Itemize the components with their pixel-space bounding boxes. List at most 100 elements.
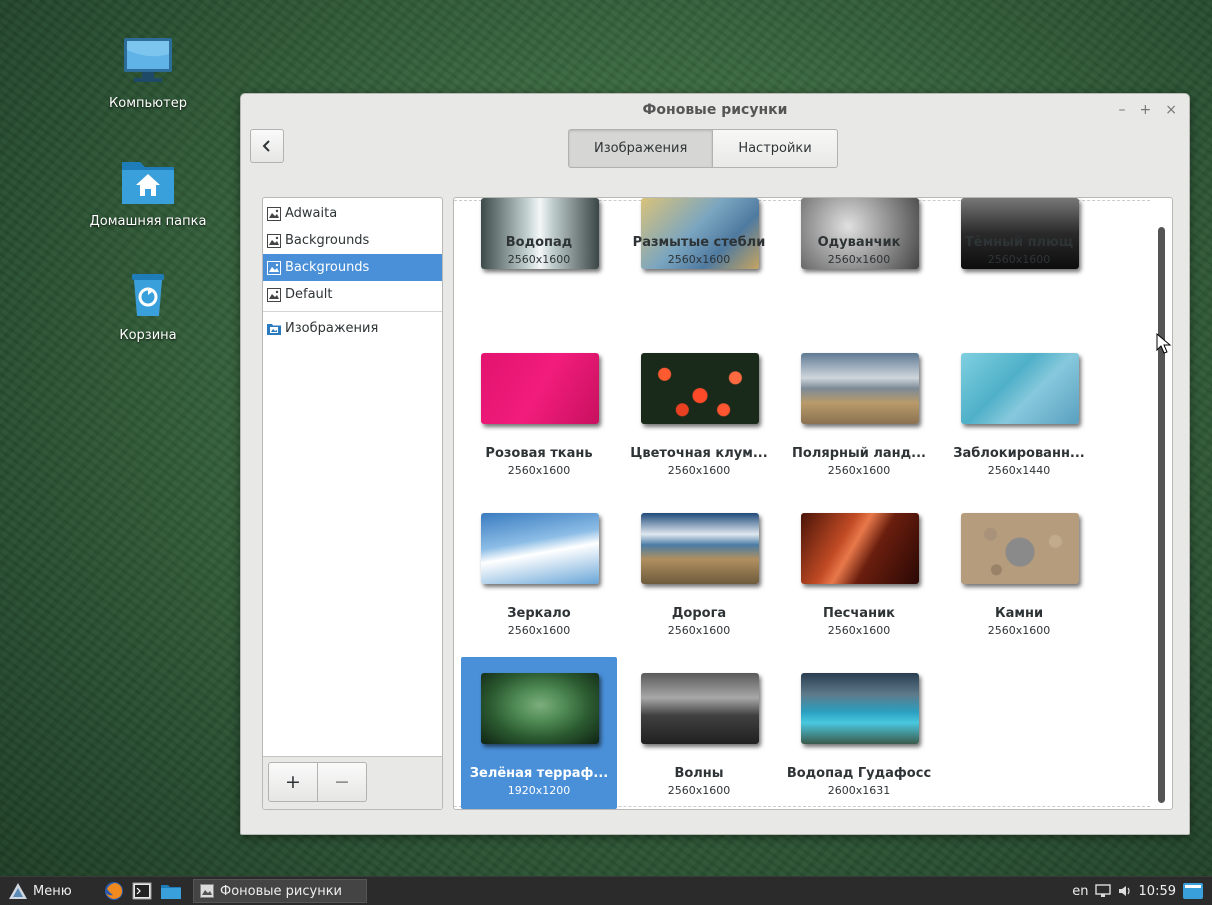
backgrounds-window: Фоновые рисунки – + × Изображения Настро… bbox=[240, 93, 1190, 835]
wallpaper-name: Водопад Гудафосс bbox=[786, 766, 932, 781]
wallpaper-name: Водопад bbox=[505, 235, 573, 250]
wallpaper-thumbnail bbox=[641, 513, 759, 584]
taskbar-window-label: Фоновые рисунки bbox=[220, 883, 342, 899]
wallpaper-thumbnail bbox=[801, 673, 919, 744]
wallpaper-thumbnail bbox=[641, 673, 759, 744]
wallpaper-resolution: 2560x1600 bbox=[667, 784, 731, 797]
wallpaper-name: Волны bbox=[674, 766, 724, 781]
image-icon bbox=[267, 287, 281, 302]
wallpaper-resolution: 2560x1600 bbox=[507, 624, 571, 637]
computer-icon bbox=[124, 38, 172, 82]
wallpaper-name: Зелёная терраф... bbox=[469, 766, 609, 781]
chevron-left-icon bbox=[262, 140, 270, 152]
image-icon bbox=[267, 233, 281, 248]
remove-folder-button[interactable]: − bbox=[318, 762, 367, 802]
wallpaper-item[interactable]: Тёмный плющ 2560x1600 bbox=[941, 198, 1097, 292]
wallpaper-item[interactable]: Песчаник 2560x1600 bbox=[781, 457, 937, 637]
wallpaper-item[interactable]: Одуванчик 2560x1600 bbox=[781, 198, 937, 292]
wallpaper-item[interactable]: Зеркало 2560x1600 bbox=[461, 457, 617, 637]
wallpaper-resolution: 2560x1600 bbox=[987, 253, 1051, 266]
mouse-cursor-icon bbox=[1156, 333, 1172, 354]
sidebar-item-label: Adwaita bbox=[285, 206, 338, 221]
close-button[interactable]: × bbox=[1165, 102, 1177, 118]
wallpaper-item[interactable]: Розовая ткань 2560x1600 bbox=[461, 297, 617, 477]
image-icon bbox=[267, 260, 281, 275]
image-icon bbox=[200, 884, 214, 898]
wallpaper-resolution: 2560x1600 bbox=[987, 624, 1051, 637]
folder-sidebar: Adwaita Backgrounds Backgrounds Default … bbox=[262, 197, 443, 810]
sidebar-item-label: Backgrounds bbox=[285, 260, 370, 275]
files-icon[interactable] bbox=[160, 882, 182, 900]
wallpaper-item-selected[interactable]: Зелёная терраф... 1920x1200 bbox=[461, 657, 617, 809]
sidebar-item-backgrounds-selected[interactable]: Backgrounds bbox=[263, 254, 442, 281]
wallpaper-thumbnail bbox=[961, 353, 1079, 424]
show-desktop-icon[interactable] bbox=[1182, 881, 1204, 901]
tab-images[interactable]: Изображения bbox=[568, 129, 714, 168]
firefox-icon[interactable] bbox=[104, 881, 124, 901]
wallpaper-thumbnail bbox=[481, 673, 599, 744]
wallpaper-item[interactable]: Водопад 2560x1600 bbox=[461, 198, 617, 292]
wallpaper-item[interactable]: Волны 2560x1600 bbox=[621, 617, 777, 797]
menu-button[interactable]: Меню bbox=[8, 882, 72, 900]
wallpaper-resolution: 2560x1600 bbox=[827, 253, 891, 266]
wallpaper-item[interactable]: Заблокированн... 2560x1440 bbox=[941, 297, 1097, 477]
wallpaper-item[interactable]: Полярный ланд... 2560x1600 bbox=[781, 297, 937, 477]
terminal-icon[interactable] bbox=[132, 882, 152, 900]
wallpaper-thumbnail bbox=[481, 353, 599, 424]
wallpaper-item[interactable]: Камни 2560x1600 bbox=[941, 457, 1097, 637]
volume-icon[interactable] bbox=[1117, 884, 1133, 898]
taskbar-window-button[interactable]: Фоновые рисунки bbox=[193, 879, 367, 903]
desktop-icon-computer[interactable]: Компьютер bbox=[78, 36, 218, 111]
wallpaper-thumbnail bbox=[481, 513, 599, 584]
desktop-icon-label: Компьютер bbox=[109, 96, 187, 111]
wallpaper-thumbnail bbox=[641, 353, 759, 424]
wallpaper-item[interactable]: Размытые стебли 2560x1600 bbox=[621, 198, 777, 292]
system-tray: en 10:59 bbox=[1072, 877, 1204, 905]
taskbar: Меню Фоновые рисунки en 10:59 bbox=[0, 876, 1212, 905]
desktop-icon-trash[interactable]: Корзина bbox=[78, 270, 218, 343]
wallpaper-name: Тёмный плющ bbox=[964, 235, 1074, 250]
network-icon[interactable] bbox=[1094, 884, 1111, 898]
wallpaper-name: Камни bbox=[994, 606, 1044, 621]
wallpaper-name: Одуванчик bbox=[817, 235, 901, 250]
menu-logo-icon bbox=[9, 883, 27, 899]
desktop-icon-label: Домашняя папка bbox=[89, 214, 207, 229]
add-folder-button[interactable]: + bbox=[268, 762, 318, 802]
sidebar-item-label: Backgrounds bbox=[285, 233, 370, 248]
wallpaper-resolution: 1920x1200 bbox=[507, 784, 571, 797]
clock[interactable]: 10:59 bbox=[1139, 884, 1176, 899]
sidebar-item-label: Default bbox=[285, 287, 333, 302]
trash-icon bbox=[132, 274, 164, 316]
wallpaper-thumbnail bbox=[961, 513, 1079, 584]
maximize-button[interactable]: + bbox=[1140, 102, 1152, 118]
wallpaper-thumbnail bbox=[801, 513, 919, 584]
wallpaper-thumbnail bbox=[801, 353, 919, 424]
wallpaper-name: Размытые стебли bbox=[632, 235, 766, 250]
keyboard-layout[interactable]: en bbox=[1072, 884, 1088, 899]
image-icon bbox=[267, 206, 281, 221]
sidebar-item-pictures[interactable]: Изображения bbox=[263, 315, 442, 342]
home-folder-icon bbox=[122, 162, 174, 204]
menu-label: Меню bbox=[33, 883, 72, 899]
window-title: Фоновые рисунки bbox=[642, 102, 788, 118]
wallpaper-resolution: 2560x1600 bbox=[507, 253, 571, 266]
sidebar-item-label: Изображения bbox=[285, 321, 379, 336]
tab-settings[interactable]: Настройки bbox=[713, 129, 838, 168]
desktop-icon-home[interactable]: Домашняя папка bbox=[78, 156, 218, 229]
wallpaper-item[interactable]: Водопад Гудафосс 2600x1631 bbox=[781, 617, 937, 797]
sidebar-toolbar: + − bbox=[263, 756, 442, 809]
wallpaper-item[interactable]: Дорога 2560x1600 bbox=[621, 457, 777, 637]
sidebar-separator bbox=[263, 311, 442, 312]
vertical-scrollbar[interactable] bbox=[1158, 227, 1165, 803]
back-button[interactable] bbox=[250, 129, 284, 163]
wallpaper-item[interactable]: Цветочная клум... 2560x1600 bbox=[621, 297, 777, 477]
sidebar-item-default[interactable]: Default bbox=[263, 281, 442, 308]
wallpaper-resolution: 2560x1600 bbox=[667, 253, 731, 266]
view-switcher: Изображения Настройки bbox=[568, 129, 838, 168]
pictures-folder-icon bbox=[267, 323, 281, 335]
sidebar-item-backgrounds[interactable]: Backgrounds bbox=[263, 227, 442, 254]
minimize-button[interactable]: – bbox=[1119, 102, 1126, 118]
sidebar-item-adwaita[interactable]: Adwaita bbox=[263, 200, 442, 227]
wallpaper-resolution: 2600x1631 bbox=[827, 784, 891, 797]
desktop-icon-label: Корзина bbox=[119, 328, 177, 343]
